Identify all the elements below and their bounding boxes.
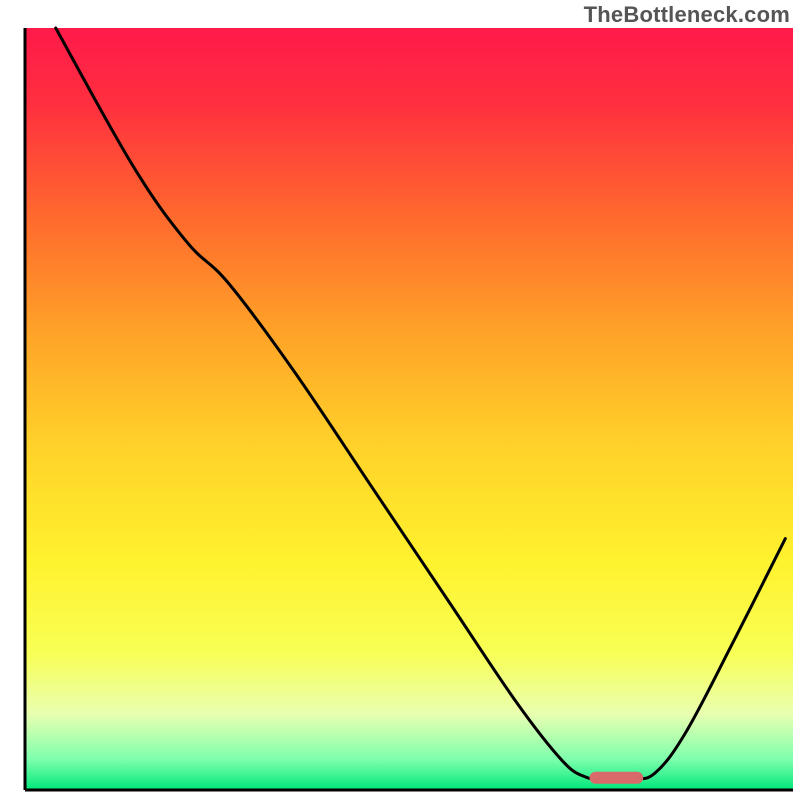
bottleneck-chart — [0, 0, 800, 800]
watermark-text: TheBottleneck.com — [584, 2, 790, 28]
optimal-marker — [589, 772, 643, 784]
chart-background — [25, 28, 793, 790]
